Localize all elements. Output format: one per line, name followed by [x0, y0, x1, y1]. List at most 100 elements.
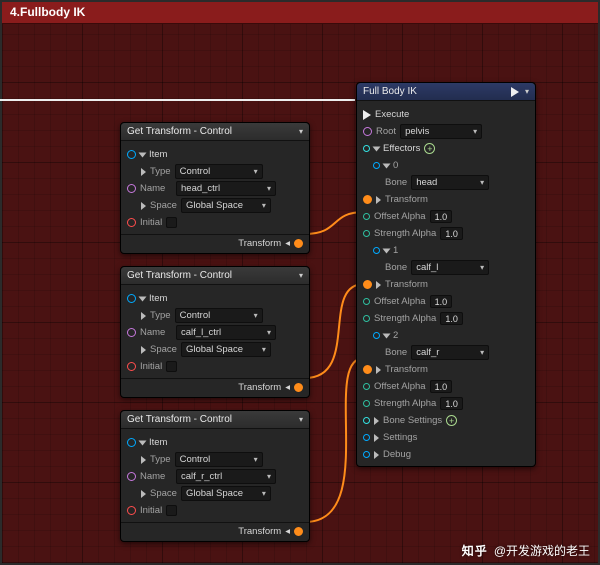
- pin-effector-idx[interactable]: [373, 162, 380, 169]
- pin-effectors[interactable]: [363, 145, 370, 152]
- add-button[interactable]: +: [446, 415, 457, 426]
- pin-item[interactable]: [127, 438, 136, 447]
- pin-strength-alpha[interactable]: [363, 230, 370, 237]
- expand-icon[interactable]: [374, 451, 379, 459]
- pin-transform-in[interactable]: [363, 365, 372, 374]
- pin-offset-alpha[interactable]: [363, 383, 370, 390]
- offset-alpha-value[interactable]: 1.0: [430, 295, 453, 308]
- pin-initial[interactable]: [127, 362, 136, 371]
- type-dropdown[interactable]: Control▾: [175, 164, 263, 179]
- expand-icon[interactable]: [141, 490, 146, 498]
- pin-item[interactable]: [127, 294, 136, 303]
- zhihu-logo: 知乎: [462, 542, 488, 559]
- expand-icon[interactable]: [374, 434, 379, 442]
- pin-effector-idx[interactable]: [373, 247, 380, 254]
- pin-effector-idx[interactable]: [373, 332, 380, 339]
- node-get-transform-1[interactable]: Get Transform - Control ▾ Item Type Cont…: [120, 122, 310, 254]
- node-full-body-ik[interactable]: Full Body IK ▾ Execute Root pelvis▾ Effe…: [356, 82, 536, 467]
- pin-item[interactable]: [127, 150, 136, 159]
- pin-bone-settings[interactable]: [363, 417, 370, 424]
- expand-icon[interactable]: [139, 152, 147, 157]
- expand-icon[interactable]: [139, 296, 147, 301]
- pin-exec-in[interactable]: [363, 110, 371, 120]
- expand-icon[interactable]: [141, 312, 146, 320]
- bone-dropdown[interactable]: head▾: [411, 175, 489, 190]
- add-effector-button[interactable]: +: [424, 143, 435, 154]
- chevron-left-icon: ◂: [285, 382, 290, 393]
- type-dropdown[interactable]: Control▾: [175, 452, 263, 467]
- expand-icon[interactable]: [376, 366, 381, 374]
- pin-strength-alpha[interactable]: [363, 400, 370, 407]
- pin-transform-in[interactable]: [363, 195, 372, 204]
- chevron-down-icon: ▾: [262, 201, 266, 210]
- node-title[interactable]: Get Transform - Control ▾: [121, 123, 309, 141]
- pin-offset-alpha[interactable]: [363, 213, 370, 220]
- node-get-transform-2[interactable]: Get Transform - Control ▾ Item Type Cont…: [120, 266, 310, 398]
- expand-icon[interactable]: [383, 248, 391, 253]
- expand-icon[interactable]: [373, 146, 381, 151]
- name-dropdown[interactable]: calf_l_ctrl▾: [176, 325, 276, 340]
- initial-checkbox[interactable]: [166, 505, 177, 516]
- pin-name[interactable]: [127, 184, 136, 193]
- strength-alpha-value[interactable]: 1.0: [440, 312, 463, 325]
- name-dropdown[interactable]: calf_r_ctrl▾: [176, 469, 276, 484]
- strength-alpha-value[interactable]: 1.0: [440, 397, 463, 410]
- pin-transform-in[interactable]: [363, 280, 372, 289]
- pin-transform-out[interactable]: [294, 527, 303, 536]
- node-title[interactable]: Get Transform - Control ▾: [121, 267, 309, 285]
- expand-icon[interactable]: [139, 440, 147, 445]
- chevron-down-icon[interactable]: ▾: [299, 271, 303, 280]
- pin-strength-alpha[interactable]: [363, 315, 370, 322]
- strength-alpha-value[interactable]: 1.0: [440, 227, 463, 240]
- pin-offset-alpha[interactable]: [363, 298, 370, 305]
- pin-initial[interactable]: [127, 506, 136, 515]
- expand-icon[interactable]: [376, 281, 381, 289]
- node-get-transform-3[interactable]: Get Transform - Control ▾ Item Type Cont…: [120, 410, 310, 542]
- expand-icon[interactable]: [383, 333, 391, 338]
- chevron-left-icon: ◂: [285, 238, 290, 249]
- pin-transform-out[interactable]: [294, 383, 303, 392]
- bone-dropdown[interactable]: calf_r▾: [411, 345, 489, 360]
- exec-out-icon[interactable]: [511, 87, 519, 97]
- space-dropdown[interactable]: Global Space▾: [181, 342, 271, 357]
- chevron-down-icon: ▾: [473, 127, 477, 136]
- expand-icon[interactable]: [141, 456, 146, 464]
- expand-icon[interactable]: [376, 196, 381, 204]
- chevron-down-icon: ▾: [267, 472, 271, 481]
- pin-name[interactable]: [127, 472, 136, 481]
- expand-icon[interactable]: [141, 346, 146, 354]
- chevron-down-icon: ▾: [262, 489, 266, 498]
- watermark-author: @开发游戏的老王: [494, 542, 590, 559]
- chevron-down-icon: ▾: [267, 328, 271, 337]
- initial-checkbox[interactable]: [166, 361, 177, 372]
- pin-transform-out[interactable]: [294, 239, 303, 248]
- pin-root[interactable]: [363, 127, 372, 136]
- offset-alpha-value[interactable]: 1.0: [430, 380, 453, 393]
- expand-icon[interactable]: [141, 202, 146, 210]
- chevron-down-icon[interactable]: ▾: [299, 127, 303, 136]
- space-dropdown[interactable]: Global Space▾: [181, 198, 271, 213]
- type-dropdown[interactable]: Control▾: [175, 308, 263, 323]
- expand-icon[interactable]: [374, 417, 379, 425]
- watermark: 知乎 @开发游戏的老王: [462, 542, 590, 559]
- chevron-down-icon[interactable]: ▾: [525, 87, 529, 97]
- space-dropdown[interactable]: Global Space▾: [181, 486, 271, 501]
- initial-checkbox[interactable]: [166, 217, 177, 228]
- pin-name[interactable]: [127, 328, 136, 337]
- chevron-down-icon: ▾: [254, 455, 258, 464]
- offset-alpha-value[interactable]: 1.0: [430, 210, 453, 223]
- expand-icon[interactable]: [383, 163, 391, 168]
- pin-debug[interactable]: [363, 451, 370, 458]
- expand-icon[interactable]: [141, 168, 146, 176]
- name-dropdown[interactable]: head_ctrl▾: [176, 181, 276, 196]
- bone-dropdown[interactable]: calf_l▾: [411, 260, 489, 275]
- chevron-down-icon: ▾: [254, 311, 258, 320]
- chevron-down-icon[interactable]: ▾: [299, 415, 303, 424]
- root-dropdown[interactable]: pelvis▾: [400, 124, 482, 139]
- chevron-down-icon: ▾: [480, 348, 484, 357]
- pin-settings[interactable]: [363, 434, 370, 441]
- node-title[interactable]: Get Transform - Control ▾: [121, 411, 309, 429]
- node-title[interactable]: Full Body IK ▾: [357, 83, 535, 101]
- pin-initial[interactable]: [127, 218, 136, 227]
- chevron-down-icon: ▾: [262, 345, 266, 354]
